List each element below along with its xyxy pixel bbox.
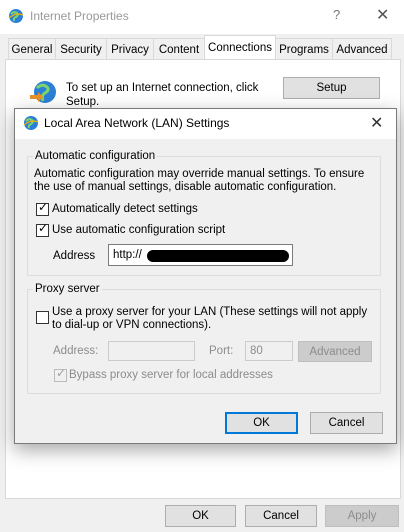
outer-close-button[interactable]: ✕: [376, 5, 389, 25]
lan-settings-dialog: Local Area Network (LAN) Settings ✕ Auto…: [14, 108, 397, 444]
outer-cancel-label: Cancel: [263, 510, 299, 522]
tab-label: Connections: [208, 42, 272, 54]
tab-security[interactable]: Security: [55, 38, 107, 60]
outer-title-bar: Internet Properties ? ✕: [0, 0, 404, 34]
setup-instructions: To set up an Internet connection, click …: [66, 82, 259, 108]
help-button[interactable]: ?: [333, 7, 340, 22]
tab-connections[interactable]: Connections: [204, 35, 276, 60]
bypass-local-label[interactable]: Bypass proxy server for local addresses: [69, 369, 273, 382]
proxy-advanced-button[interactable]: Advanced: [298, 341, 372, 362]
internet-globe-icon: [8, 9, 24, 23]
use-proxy-label[interactable]: Use a proxy server for your LAN (These s…: [52, 306, 372, 332]
outer-cancel-button[interactable]: Cancel: [245, 505, 317, 527]
tab-label: Programs: [279, 43, 329, 56]
tab-bar: General Security Privacy Content Connect…: [0, 35, 404, 60]
lan-cancel-button[interactable]: Cancel: [310, 412, 383, 434]
proxy-port-input[interactable]: 80: [245, 341, 293, 361]
lan-ok-button[interactable]: OK: [225, 412, 298, 434]
tab-label: Content: [158, 43, 200, 56]
outer-ok-button[interactable]: OK: [165, 505, 236, 527]
automatic-config-description: Automatic configuration may override man…: [34, 168, 365, 193]
auto-detect-label[interactable]: Automatically detect settings: [52, 203, 198, 216]
tab-content[interactable]: Content: [153, 38, 205, 60]
lan-dialog-title: Local Area Network (LAN) Settings: [44, 116, 230, 130]
tab-general[interactable]: General: [8, 38, 56, 60]
network-setup-icon: [30, 81, 56, 103]
bypass-local-checkbox[interactable]: ✓: [54, 366, 67, 382]
auto-script-checkbox[interactable]: ✓: [36, 221, 49, 237]
lan-close-button[interactable]: ✕: [370, 113, 383, 133]
tab-label: Privacy: [111, 43, 149, 56]
outer-apply-button[interactable]: Apply: [325, 505, 399, 527]
outer-ok-label: OK: [192, 510, 209, 522]
proxy-address-label: Address:: [53, 345, 99, 357]
lan-title-bar: Local Area Network (LAN) Settings ✕: [15, 109, 396, 139]
check-icon: ✓: [38, 200, 49, 214]
lan-cancel-label: Cancel: [328, 417, 365, 429]
tab-label: Security: [60, 43, 102, 56]
proxy-address-input[interactable]: [108, 341, 195, 361]
check-icon: ✓: [56, 366, 67, 380]
tab-label: Advanced: [336, 43, 388, 56]
proxy-port-label: Port:: [209, 345, 234, 357]
redacted-url-mark: [147, 250, 289, 262]
use-proxy-checkbox[interactable]: [36, 311, 49, 324]
automatic-config-legend: Automatic configuration: [33, 150, 158, 162]
tab-advanced[interactable]: Advanced: [332, 38, 392, 60]
script-address-label: Address: [53, 250, 96, 262]
check-icon: ✓: [38, 221, 49, 235]
setup-button-label: Setup: [316, 82, 347, 94]
tab-privacy[interactable]: Privacy: [106, 38, 154, 60]
script-address-value: http://: [113, 249, 142, 261]
tab-programs[interactable]: Programs: [275, 38, 333, 60]
outer-window-title: Internet Properties: [30, 9, 129, 23]
tab-label: General: [11, 43, 53, 56]
proxy-port-value: 80: [250, 345, 263, 357]
setup-button[interactable]: Setup: [283, 77, 380, 99]
outer-apply-label: Apply: [347, 510, 377, 522]
proxy-advanced-label: Advanced: [309, 345, 361, 358]
proxy-server-legend: Proxy server: [33, 283, 102, 295]
auto-detect-checkbox[interactable]: ✓: [36, 200, 49, 216]
lan-globe-icon: [23, 116, 39, 130]
auto-script-label[interactable]: Use automatic configuration script: [52, 224, 225, 237]
lan-ok-label: OK: [253, 417, 270, 429]
